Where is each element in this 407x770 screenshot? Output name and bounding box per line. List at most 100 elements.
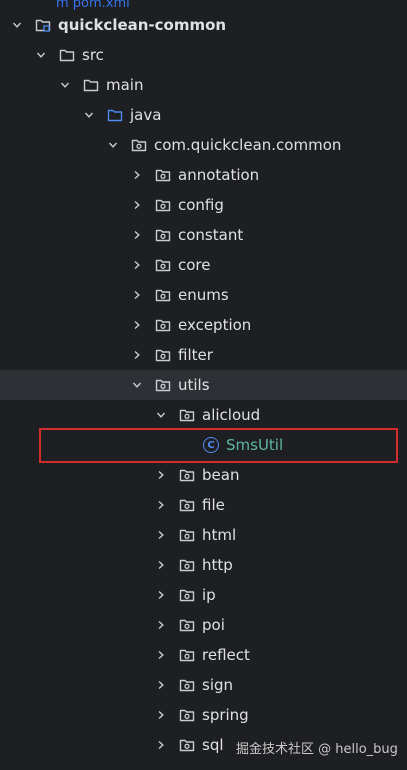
tree-item-poi[interactable]: poi [0, 610, 407, 640]
package-icon [178, 466, 196, 484]
tree-item-label: com.quickclean.common [154, 136, 342, 154]
tree-item-java[interactable]: java [0, 100, 407, 130]
tree-item-label: exception [178, 316, 252, 334]
chevron-right-icon[interactable] [130, 348, 144, 362]
chevron-right-icon[interactable] [154, 678, 168, 692]
chevron-right-icon[interactable] [154, 738, 168, 752]
chevron-down-icon[interactable] [10, 18, 24, 32]
package-icon [154, 196, 172, 214]
package-icon [154, 286, 172, 304]
tree-item-src[interactable]: src [0, 40, 407, 70]
package-icon [154, 166, 172, 184]
chevron-down-icon[interactable] [58, 78, 72, 92]
tree-item-label: src [82, 46, 104, 64]
package-icon [154, 226, 172, 244]
chevron-right-icon[interactable] [154, 528, 168, 542]
tree-item-label: constant [178, 226, 244, 244]
package-icon [178, 406, 196, 424]
chevron-right-icon[interactable] [130, 198, 144, 212]
chevron-right-icon[interactable] [154, 588, 168, 602]
watermark: 掘金技术社区 @ hello_bug [236, 742, 398, 757]
package-icon [178, 736, 196, 754]
tree-item-label: bean [202, 466, 240, 484]
tree-item-label: http [202, 556, 233, 574]
tree-item-label: html [202, 526, 237, 544]
tree-item-label: core [178, 256, 211, 274]
tree-item-ip[interactable]: ip [0, 580, 407, 610]
package-icon [178, 646, 196, 664]
tree-item-utils[interactable]: utils [0, 370, 407, 400]
chevron-right-icon[interactable] [130, 288, 144, 302]
module-folder-icon [34, 16, 52, 34]
tree-item-annotation[interactable]: annotation [0, 160, 407, 190]
tree-item-label: sql [202, 736, 224, 754]
tree-item-label: spring [202, 706, 249, 724]
chevron-right-icon[interactable] [130, 258, 144, 272]
tree-item-label: m pom.xml [56, 0, 130, 11]
tree-item-html[interactable]: html [0, 520, 407, 550]
tree-item-label: utils [178, 376, 210, 394]
tree-item-label: java [130, 106, 162, 124]
tree-item-label: config [178, 196, 224, 214]
tree-item-label: file [202, 496, 225, 514]
tree-item-label: main [106, 76, 144, 94]
chevron-right-icon[interactable] [130, 168, 144, 182]
package-icon [178, 556, 196, 574]
chevron-down-icon[interactable] [34, 48, 48, 62]
chevron-right-icon[interactable] [130, 318, 144, 332]
tree-item-label: alicloud [202, 406, 261, 424]
tree-item-config[interactable]: config [0, 190, 407, 220]
tree-item-label: reflect [202, 646, 250, 664]
tree-item-sign[interactable]: sign [0, 670, 407, 700]
tree-item-alicloud[interactable]: alicloud [0, 400, 407, 430]
tree-item-label: quickclean-common [58, 16, 227, 34]
tree-item-reflect[interactable]: reflect [0, 640, 407, 670]
package-icon [154, 346, 172, 364]
chevron-down-icon[interactable] [154, 408, 168, 422]
project-tree: m pom.xml quickclean-common src main java co… [0, 0, 407, 770]
tree-item-bean[interactable]: bean [0, 460, 407, 490]
tree-item-quickclean-common[interactable]: quickclean-common [0, 10, 407, 40]
chevron-down-icon[interactable] [106, 138, 120, 152]
tree-item-enums[interactable]: enums [0, 280, 407, 310]
package-icon [178, 526, 196, 544]
chevron-right-icon[interactable] [154, 708, 168, 722]
chevron-down-icon[interactable] [130, 378, 144, 392]
tree-item-label: sign [202, 676, 234, 694]
tree-item-constant[interactable]: constant [0, 220, 407, 250]
package-icon [178, 616, 196, 634]
tree-item-label: filter [178, 346, 213, 364]
package-icon [178, 676, 196, 694]
tree-item-label: enums [178, 286, 229, 304]
tree-item-label: poi [202, 616, 225, 634]
chevron-right-icon[interactable] [154, 468, 168, 482]
tree-item-http[interactable]: http [0, 550, 407, 580]
tree-item-file[interactable]: file [0, 490, 407, 520]
chevron-right-icon[interactable] [154, 558, 168, 572]
tree-item-smsutil[interactable]: C SmsUtil [0, 430, 407, 460]
tree-item-label: annotation [178, 166, 260, 184]
chevron-right-icon[interactable] [154, 648, 168, 662]
tree-item-filter[interactable]: filter [0, 340, 407, 370]
chevron-down-icon[interactable] [82, 108, 96, 122]
package-icon [154, 376, 172, 394]
chevron-right-icon[interactable] [154, 498, 168, 512]
tree-item-com-quickclean-common[interactable]: com.quickclean.common [0, 130, 407, 160]
folder-icon [58, 46, 76, 64]
tree-item-core[interactable]: core [0, 250, 407, 280]
tree-item-label: ip [202, 586, 216, 604]
package-icon [178, 496, 196, 514]
tree-item-label: SmsUtil [226, 436, 284, 454]
tree-item-main[interactable]: main [0, 70, 407, 100]
tree-item-exception[interactable]: exception [0, 310, 407, 340]
package-icon [178, 586, 196, 604]
tree-item-spring[interactable]: spring [0, 700, 407, 730]
java-class-icon: C [202, 436, 220, 454]
package-icon [130, 136, 148, 154]
folder-icon [82, 76, 100, 94]
package-icon [154, 316, 172, 334]
package-icon [178, 706, 196, 724]
chevron-right-icon[interactable] [154, 618, 168, 632]
chevron-right-icon[interactable] [130, 228, 144, 242]
